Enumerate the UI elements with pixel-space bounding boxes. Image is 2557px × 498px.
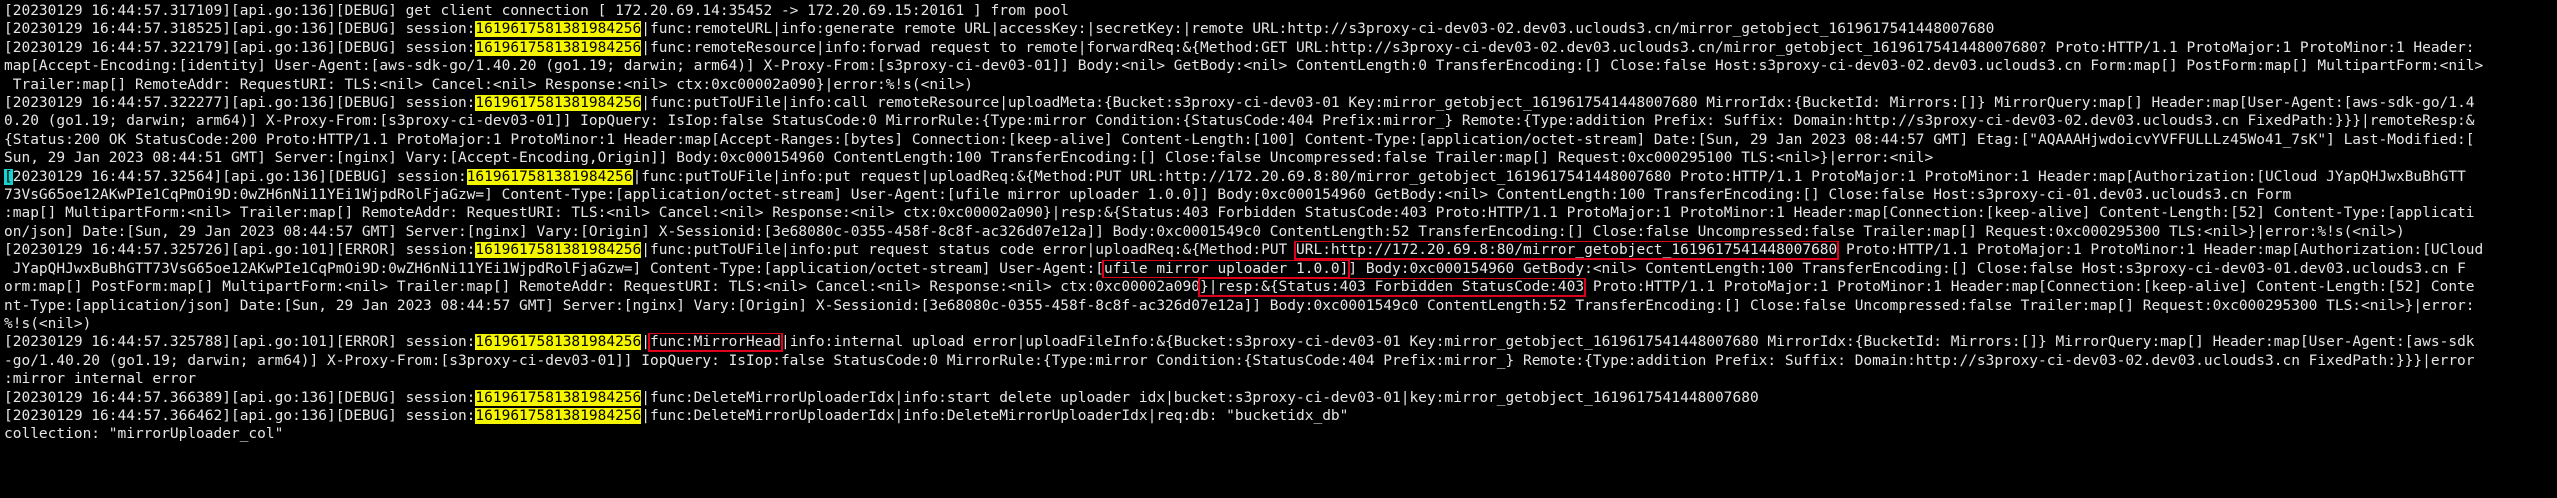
log-text: |func:putToUFile|info:call remoteResourc… bbox=[641, 95, 2475, 112]
log-line: [20230129 16:44:57.317109][api.go:136][D… bbox=[4, 2, 2553, 20]
session-id-highlight: 1619617581381984256 bbox=[475, 407, 642, 424]
log-line: JYapQHJwxBuBhGTT73VsG65oe12AKwPIe1CqPmOi… bbox=[4, 259, 2553, 279]
log-text: |info:internal upload error|uploadFileIn… bbox=[780, 334, 2475, 351]
log-line: nt-Type:[application/json] Date:[Sun, 29… bbox=[4, 297, 2553, 315]
error-annotation-box: ufile mirror uploader 1.0.0] bbox=[1101, 259, 1351, 279]
log-line: [20230129 16:44:57.366389][api.go:136][D… bbox=[4, 389, 2553, 407]
log-text: orm:map[] PostForm:map[] MultipartForm:<… bbox=[4, 279, 1200, 296]
log-text: 73VsG65oe12AKwPIe1CqPmOi9D:0wZH6nNi11YEi… bbox=[4, 187, 2292, 204]
log-line: [20230129 16:44:57.322277][api.go:136][D… bbox=[4, 94, 2553, 112]
log-line: on/json] Date:[Sun, 29 Jan 2023 08:44:57… bbox=[4, 223, 2553, 241]
log-line: -go/1.40.20 (go1.19; darwin; arm64)] X-P… bbox=[4, 352, 2553, 370]
session-id-highlight: 1619617581381984256 bbox=[466, 168, 633, 185]
error-annotation-box: func:MirrorHead bbox=[648, 333, 783, 352]
log-line: [20230129 16:44:57.318525][api.go:136][D… bbox=[4, 20, 2553, 38]
error-annotation-box: }|resp:&{Status:403 Forbidden StatusCode… bbox=[1197, 278, 1587, 297]
log-text: |func:remoteResource|info:forwad request… bbox=[641, 39, 2475, 56]
log-line: %!s(<nil>) bbox=[4, 315, 2553, 333]
log-text: collection: "mirrorUploader_col" bbox=[4, 426, 284, 443]
log-text: |func:DeleteMirrorUploaderIdx|info:Delet… bbox=[641, 407, 1349, 424]
log-line: [20230129 16:44:57.32564][api.go:136][DE… bbox=[4, 168, 2553, 186]
session-id-highlight: 1619617581381984256 bbox=[475, 242, 642, 259]
log-text: 0.20 (go1.19; darwin; arm64)] X-Proxy-Fr… bbox=[4, 113, 2475, 130]
terminal-window[interactable]: [20230129 16:44:57.317109][api.go:136][D… bbox=[0, 0, 2557, 498]
log-text: Proto:HTTP/1.1 ProtoMajor:1 ProtoMinor:1… bbox=[1584, 279, 2475, 296]
log-line: Sun, 29 Jan 2023 08:44:51 GMT] Server:[n… bbox=[4, 149, 2553, 167]
log-text: [20230129 16:44:57.317109][api.go:136][D… bbox=[4, 3, 1070, 19]
log-text: nt-Type:[application/json] Date:[Sun, 29… bbox=[4, 297, 2475, 314]
log-text: 20230129 16:44:57.32564][api.go:136][DEB… bbox=[12, 168, 467, 185]
log-text: |func:remoteURL|info:generate remote URL… bbox=[641, 21, 1995, 38]
log-line: :map[] MultipartForm:<nil> Trailer:map[]… bbox=[4, 204, 2553, 222]
log-text: Proto:HTTP/1.1 ProtoMajor:1 ProtoMinor:1… bbox=[1837, 242, 2484, 259]
log-line: 73VsG65oe12AKwPIe1CqPmOi9D:0wZH6nNi11YEi… bbox=[4, 186, 2553, 204]
log-text: |func:DeleteMirrorUploaderIdx|info:start… bbox=[641, 389, 1759, 406]
log-text: |func:putToUFile|info:put request status… bbox=[641, 242, 1297, 259]
log-line: 0.20 (go1.19; darwin; arm64)] X-Proxy-Fr… bbox=[4, 112, 2553, 130]
session-id-highlight: 1619617581381984256 bbox=[475, 21, 642, 38]
log-text: %!s(<nil>) bbox=[4, 315, 92, 332]
log-text: [20230129 16:44:57.318525][api.go:136][D… bbox=[4, 21, 476, 38]
log-text: [20230129 16:44:57.325788][api.go:101][E… bbox=[4, 334, 476, 351]
session-id-highlight: 1619617581381984256 bbox=[475, 39, 642, 56]
log-text: -go/1.40.20 (go1.19; darwin; arm64)] X-P… bbox=[4, 352, 2475, 369]
log-line: {Status:200 OK StatusCode:200 Proto:HTTP… bbox=[4, 131, 2553, 149]
log-text: ] Body:0xc000154960 GetBody:<nil> Conten… bbox=[1348, 260, 2466, 277]
log-text: [20230129 16:44:57.366462][api.go:136][D… bbox=[4, 407, 476, 424]
session-id-highlight: 1619617581381984256 bbox=[475, 389, 642, 406]
session-id-highlight: 1619617581381984256 bbox=[475, 95, 642, 112]
log-text: JYapQHJwxBuBhGTT73VsG65oe12AKwPIe1CqPmOi… bbox=[4, 260, 1104, 277]
log-text: [20230129 16:44:57.322179][api.go:136][D… bbox=[4, 39, 476, 56]
log-line: orm:map[] PostForm:map[] MultipartForm:<… bbox=[4, 278, 2553, 297]
log-text: :map[] MultipartForm:<nil> Trailer:map[]… bbox=[4, 205, 2475, 222]
terminal-cursor: [ bbox=[4, 168, 13, 185]
log-text: [20230129 16:44:57.325726][api.go:101][E… bbox=[4, 242, 476, 259]
log-text: | bbox=[641, 334, 651, 351]
log-text: map[Accept-Encoding:[identity] User-Agen… bbox=[4, 58, 2484, 75]
log-text: |func:putToUFile|info:put request|upload… bbox=[632, 168, 2466, 185]
log-line: map[Accept-Encoding:[identity] User-Agen… bbox=[4, 57, 2553, 75]
log-text: [20230129 16:44:57.366389][api.go:136][D… bbox=[4, 389, 476, 406]
log-text: on/json] Date:[Sun, 29 Jan 2023 08:44:57… bbox=[4, 223, 2405, 240]
log-line: Trailer:map[] RemoteAddr: RequestURI: TL… bbox=[4, 76, 2553, 94]
log-text: {Status:200 OK StatusCode:200 Proto:HTTP… bbox=[4, 131, 2475, 148]
log-text: Trailer:map[] RemoteAddr: RequestURI: TL… bbox=[4, 76, 974, 93]
log-line: :mirror internal error bbox=[4, 370, 2553, 388]
log-line: collection: "mirrorUploader_col" bbox=[4, 425, 2553, 443]
log-line: [20230129 16:44:57.322179][api.go:136][D… bbox=[4, 39, 2553, 57]
error-annotation-box: URL:http://172.20.69.8:80/mirror_getobje… bbox=[1294, 241, 1840, 260]
session-id-highlight: 1619617581381984256 bbox=[475, 334, 642, 351]
log-line: [20230129 16:44:57.325726][api.go:101][E… bbox=[4, 241, 2553, 260]
log-text: Sun, 29 Jan 2023 08:44:51 GMT] Server:[n… bbox=[4, 150, 1934, 167]
log-text: :mirror internal error bbox=[4, 371, 197, 388]
log-text: [20230129 16:44:57.322277][api.go:136][D… bbox=[4, 95, 476, 112]
log-line: [20230129 16:44:57.366462][api.go:136][D… bbox=[4, 407, 2553, 425]
log-line: [20230129 16:44:57.325788][api.go:101][E… bbox=[4, 333, 2553, 352]
